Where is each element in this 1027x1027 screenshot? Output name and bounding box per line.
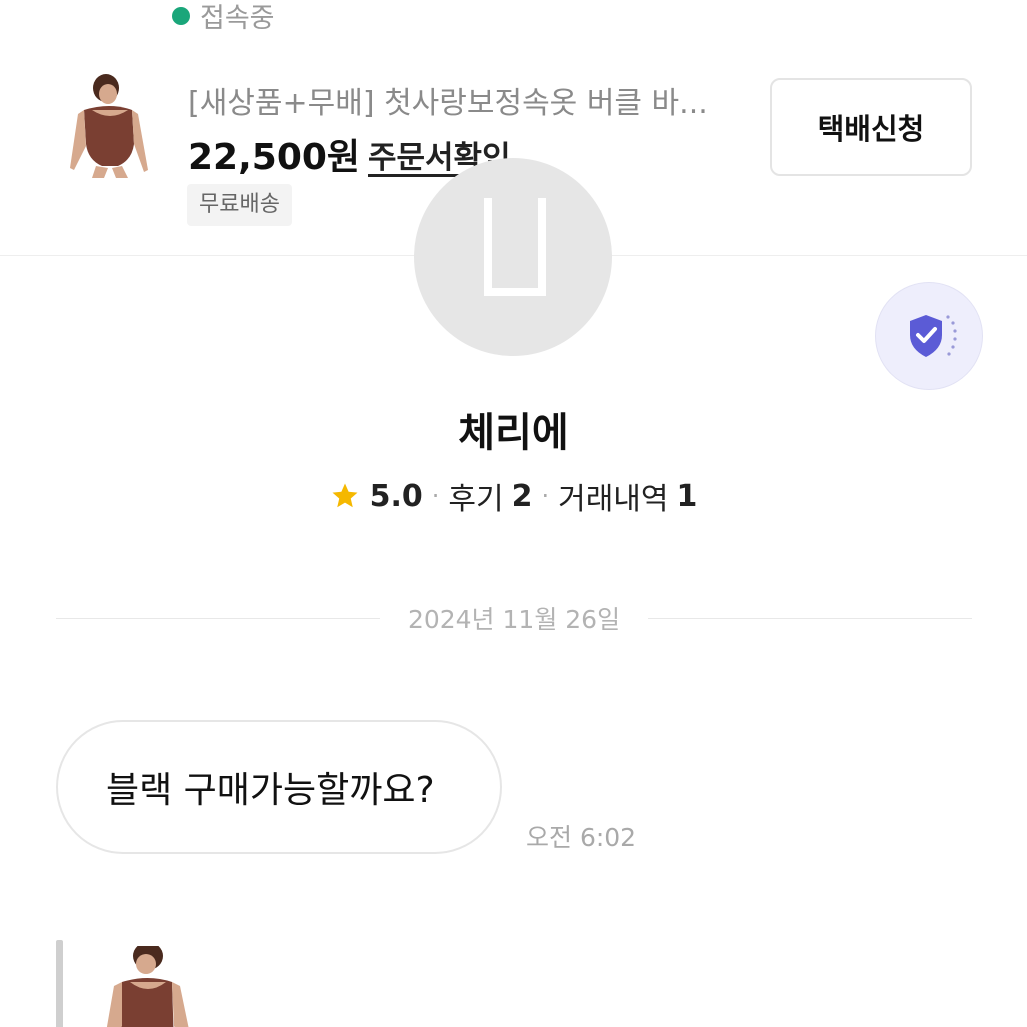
separator-dot: · [431,482,440,510]
trades-count[interactable]: 1 [677,479,698,514]
product-thumbnail[interactable] [62,74,158,178]
message-time: 오전 6:02 [526,823,637,852]
shield-check-icon [910,315,957,357]
message-bubble[interactable]: 블랙 구매가능할까요? [56,720,502,854]
product-card-accent [56,940,63,1027]
divider-line [56,617,380,619]
seller-avatar[interactable] [414,158,612,356]
separator-dot: · [541,482,550,510]
status-text: 접속중 [200,3,275,34]
shared-product-image[interactable] [96,946,196,1027]
trades-label[interactable]: 거래내역 [558,474,668,518]
online-dot-icon [172,6,190,25]
reviews-count[interactable]: 2 [512,479,533,514]
product-title[interactable]: [새상품+무배] 첫사랑보정속옷 버클 바... [188,78,748,122]
chat-screen: 접속중 [새상품+무배] 첫사랑보정속옷 버클 바... 22,500원 주문서… [0,0,1027,1027]
seller-rating: 5.0 [369,478,423,514]
reviews-label[interactable]: 후기 [448,474,503,518]
chat-date: 2024년 11월 26일 [407,605,621,634]
online-status: 접속중 [172,0,275,35]
star-icon [332,483,358,508]
avatar-placeholder-icon [484,198,546,296]
free-shipping-badge: 무료배송 [187,184,292,226]
seller-name[interactable]: 체리에 [0,400,1027,458]
seller-stats: 5.0 · 후기 2 · 거래내역 1 [0,474,1027,518]
back-arrow-icon[interactable] [70,0,110,18]
safe-trade-button[interactable] [875,282,983,390]
delivery-request-button[interactable]: 택배신청 [770,78,972,176]
date-divider: 2024년 11월 26일 [56,600,973,636]
product-price: 22,500원 [188,137,361,178]
divider-line [648,617,973,619]
